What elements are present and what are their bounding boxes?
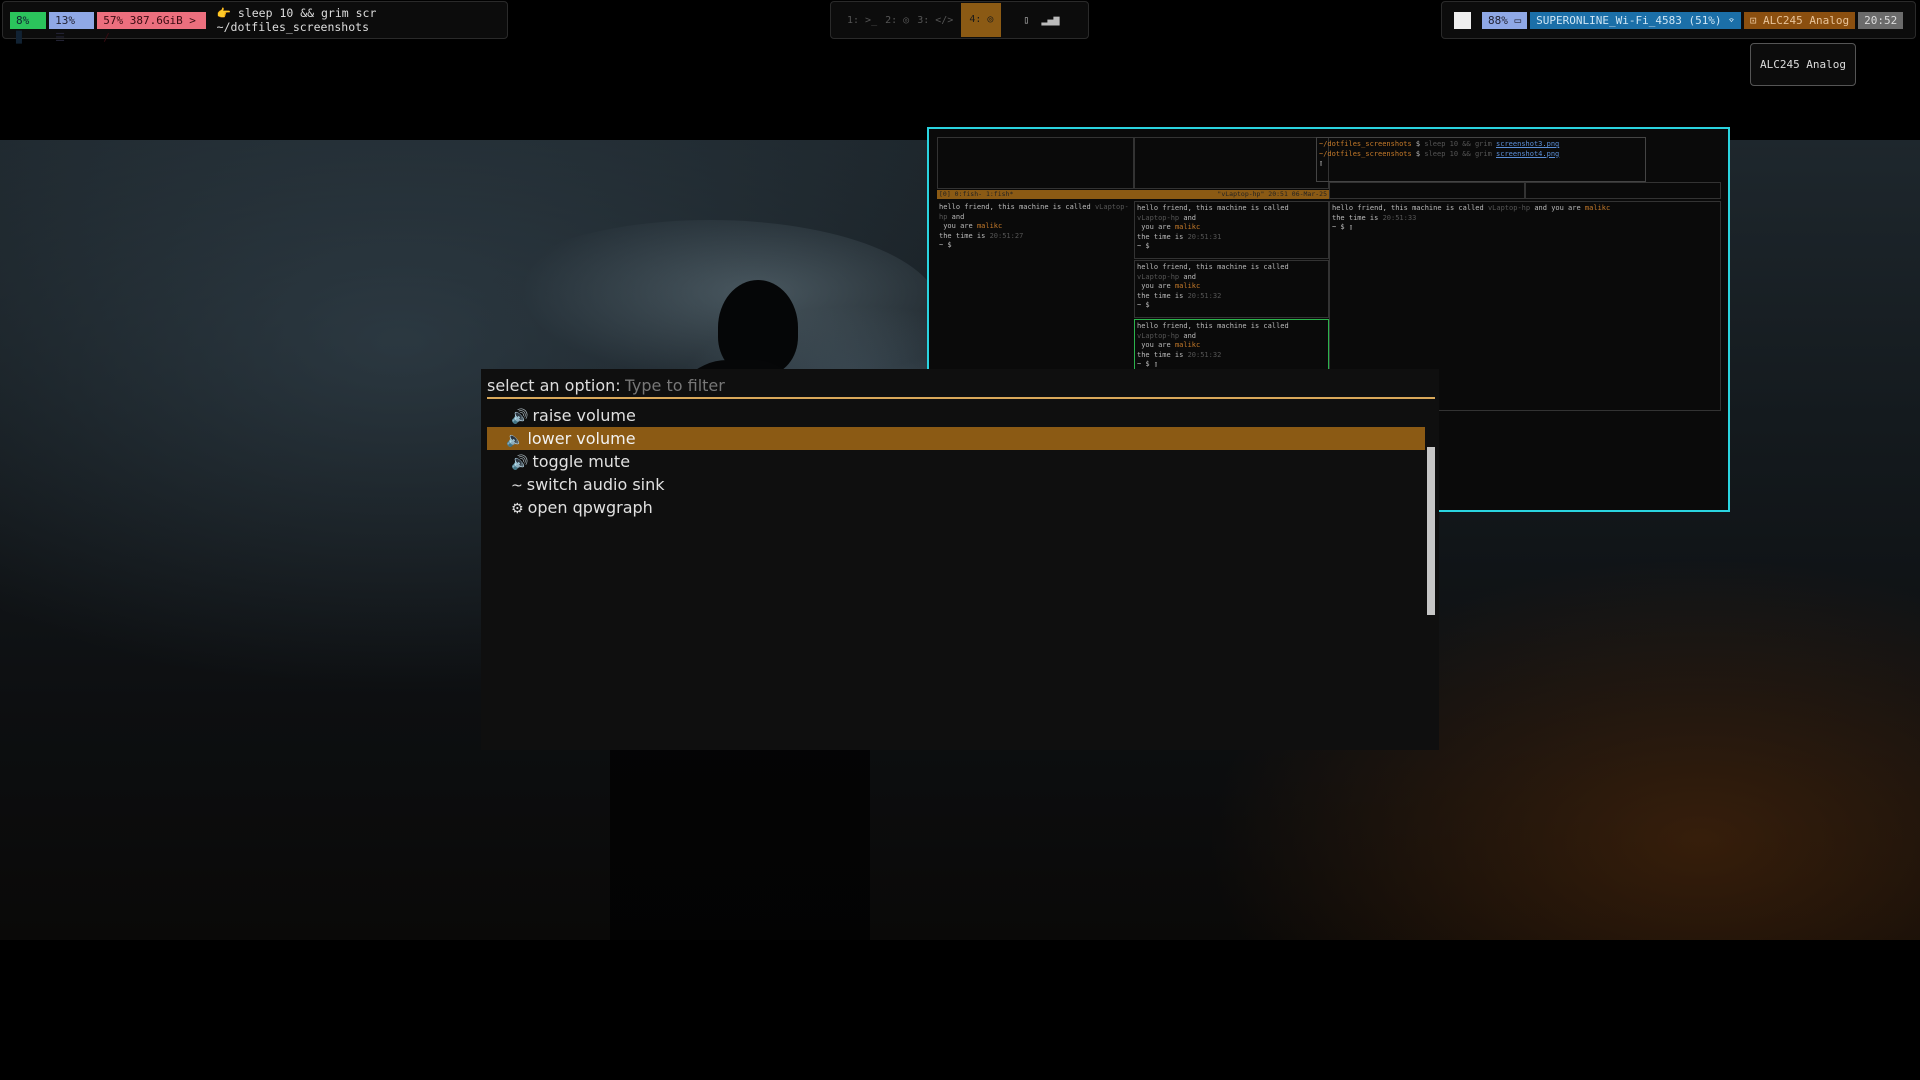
terminal-pane-strip-1[interactable] xyxy=(1329,182,1525,199)
option-label: toggle mute xyxy=(532,452,631,471)
terminal-pane-strip-2[interactable] xyxy=(1525,182,1721,199)
cursor: ▯ xyxy=(1319,159,1324,167)
terminal-pane-mid-2[interactable]: hello friend, this machine is called vLa… xyxy=(1134,260,1329,318)
terminal-pane-top-mid[interactable] xyxy=(1134,137,1329,189)
option-label: open qpwgraph xyxy=(527,498,653,517)
window-title: 👉 sleep 10 && grim scr ~/dotfiles_screen… xyxy=(216,6,377,34)
workspace-4-active[interactable]: 4: ◎ xyxy=(961,3,1002,37)
launcher-scrollbar[interactable] xyxy=(1427,447,1435,615)
option-raise-volume[interactable]: 🔊 raise volume xyxy=(487,404,1425,427)
waybar-center: 1: >_ 2: ◎ 3: </> 4: ◎ ▯ ▂▄▆ xyxy=(830,1,1089,39)
memory-module[interactable]: 13% ☰ xyxy=(49,11,95,44)
disk-module[interactable]: 57% 387.6GiB > / xyxy=(97,11,206,44)
speaker-icon: 🔊 xyxy=(511,455,529,471)
waybar-left: 8% ▉ 13% ☰ 57% 387.6GiB > / 👉 sleep 10 &… xyxy=(2,1,508,44)
clock-module[interactable]: 20:52 xyxy=(1858,11,1904,29)
tmux-status-bar: [0] 0:fish- 1:fish* "vLaptop-hp" 20:51 0… xyxy=(937,190,1329,199)
option-label: switch audio sink xyxy=(526,475,665,494)
tilde-icon: ~ xyxy=(511,478,523,494)
launcher-menu: select an option: 🔊raise volume 🔈lower v… xyxy=(481,369,1439,750)
battery-module[interactable]: 88% ▭ xyxy=(1482,11,1528,29)
terminal-pane-top-left[interactable] xyxy=(937,137,1134,189)
launcher-options-list: 🔊 raise volume 🔈 lower volume 🔊 toggle mute… xyxy=(487,404,1425,519)
option-open-qpwgraph[interactable]: ⚙ open qpwgraph xyxy=(487,496,1425,519)
option-label: lower volume xyxy=(527,429,636,448)
tray-app-icon[interactable] xyxy=(1454,11,1471,29)
shell-history-line: ~/dotfiles_screenshots $ sleep 10 && gri… xyxy=(1319,149,1560,158)
option-label: raise volume xyxy=(532,406,636,425)
terminal-pane-mid-1[interactable]: hello friend, this machine is called vLa… xyxy=(1134,201,1329,259)
waybar-right: 88% ▭ SUPERONLINE_Wi-Fi_4583 (51%) ⌔ ⊡ A… xyxy=(1441,1,1916,39)
phone-tray-icon[interactable]: ▯ xyxy=(1023,15,1029,26)
option-switch-audio-sink[interactable]: ~ switch audio sink xyxy=(487,473,1425,496)
launcher-prompt-label: select an option: xyxy=(487,376,621,395)
launcher-prompt-row: select an option: xyxy=(487,376,1435,399)
workspace-2[interactable]: 2: ◎ xyxy=(885,15,909,26)
launcher-filter-input[interactable] xyxy=(624,376,1225,395)
option-lower-volume-selected[interactable]: 🔈 lower volume xyxy=(487,427,1425,450)
workspace-1[interactable]: 1: >_ xyxy=(847,15,877,26)
option-toggle-mute[interactable]: 🔊 toggle mute xyxy=(487,450,1425,473)
signal-tray-icon[interactable]: ▂▄▆ xyxy=(1041,15,1059,26)
workspace-3[interactable]: 3: </> xyxy=(917,15,953,26)
speaker-icon: 🔊 xyxy=(511,409,529,425)
audio-module[interactable]: ⊡ ALC245 Analog xyxy=(1743,11,1856,29)
terminal-pane-left[interactable]: hello friend, this machine is called vLa… xyxy=(937,201,1134,361)
audio-tooltip: ALC245 Analog xyxy=(1750,43,1856,86)
shell-history-line: ~/dotfiles_screenshots $ sleep 10 && gri… xyxy=(1319,140,1560,148)
terminal-pane-top-right[interactable]: ~/dotfiles_screenshots $ sleep 10 && gri… xyxy=(1316,137,1646,182)
speaker-low-icon: 🔈 xyxy=(506,432,524,448)
wifi-module[interactable]: SUPERONLINE_Wi-Fi_4583 (51%) ⌔ xyxy=(1530,11,1741,29)
gear-icon: ⚙ xyxy=(511,501,524,517)
cpu-module[interactable]: 8% ▉ xyxy=(10,11,47,44)
